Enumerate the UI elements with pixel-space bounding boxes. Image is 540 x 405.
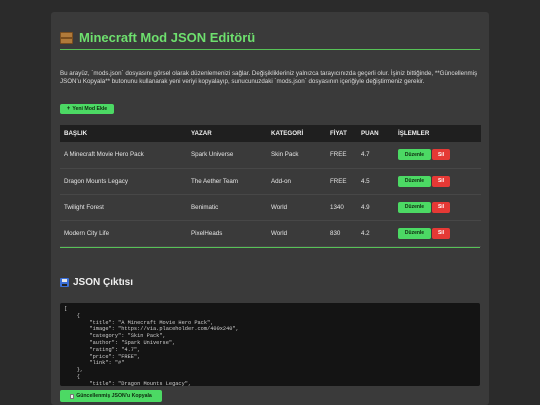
cell-title: Twilight Forest [60, 194, 187, 221]
cell-rating: 4.5 [357, 168, 394, 195]
cell-rating: 4.2 [357, 220, 394, 247]
table-row: Modern City Life PixelHeads World 830 4.… [60, 220, 481, 247]
delete-button[interactable]: Sil [432, 149, 450, 161]
page-title-text: Minecraft Mod JSON Editörü [79, 30, 256, 45]
cell-title: A Minecraft Movie Hero Pack [60, 142, 187, 169]
table-row: Twilight Forest Benimatic World 1340 4.9… [60, 194, 481, 221]
copy-json-button[interactable]: Güncellenmiş JSON'u Kopyala [60, 390, 162, 402]
cell-author: PixelHeads [187, 220, 267, 247]
table-header-row: BAŞLIK YAZAR KATEGORİ FİYAT PUAN İŞLEMLE… [60, 125, 481, 142]
cell-price: FREE [326, 142, 357, 169]
cell-actions: Düzenle Sil [394, 168, 481, 195]
json-section-title-text: JSON Çıktısı [73, 277, 134, 288]
cell-actions: Düzenle Sil [394, 142, 481, 169]
cell-actions: Düzenle Sil [394, 194, 481, 221]
edit-button[interactable]: Düzenle [398, 201, 431, 213]
delete-button[interactable]: Sil [432, 175, 450, 187]
copy-json-label: Güncellenmiş JSON'u Kopyala [76, 393, 152, 399]
cell-author: The Aether Team [187, 168, 267, 195]
description-text: Bu arayüz, `mods.json` dosyasını görsel … [60, 70, 478, 86]
col-header-rating: PUAN [361, 130, 379, 137]
cell-category: Add-on [267, 168, 326, 195]
json-section-title: JSON Çıktısı [60, 277, 133, 288]
page-title: Minecraft Mod JSON Editörü [60, 30, 480, 45]
json-output-box[interactable]: [ { "title": "A Minecraft Movie Hero Pac… [60, 303, 480, 386]
col-header-author: YAZAR [191, 130, 212, 137]
cell-title: Modern City Life [60, 220, 187, 247]
col-header-price: FİYAT [330, 130, 347, 137]
editor-panel: Minecraft Mod JSON Editörü Bu arayüz, `m… [51, 12, 489, 405]
json-output-text: [ { "title": "A Minecraft Movie Hero Pac… [64, 306, 239, 386]
edit-button[interactable]: Düzenle [398, 175, 431, 187]
section-divider [60, 247, 480, 248]
delete-button[interactable]: Sil [432, 201, 450, 213]
cell-price: 830 [326, 220, 357, 247]
cell-author: Benimatic [187, 194, 267, 221]
cell-category: Skin Pack [267, 142, 326, 169]
package-icon [60, 31, 73, 44]
col-header-actions: İŞLEMLER [398, 130, 430, 137]
add-mod-label: Yeni Mod Ekle [72, 106, 108, 112]
cell-title: Dragon Mounts Legacy [60, 168, 187, 195]
edit-button[interactable]: Düzenle [398, 227, 431, 239]
cell-category: World [267, 220, 326, 247]
edit-button[interactable]: Düzenle [398, 149, 431, 161]
floppy-disk-icon [60, 278, 69, 287]
add-mod-button[interactable]: + Yeni Mod Ekle [60, 104, 114, 114]
cell-author: Spark Universe [187, 142, 267, 169]
cell-actions: Düzenle Sil [394, 220, 481, 247]
table-row: Dragon Mounts Legacy The Aether Team Add… [60, 168, 481, 195]
plus-icon: + [66, 106, 71, 112]
col-header-title: BAŞLIK [64, 130, 88, 137]
col-header-category: KATEGORİ [271, 130, 304, 137]
clipboard-icon [70, 393, 75, 399]
delete-button[interactable]: Sil [432, 227, 450, 239]
cell-category: World [267, 194, 326, 221]
cell-rating: 4.9 [357, 194, 394, 221]
cell-price: FREE [326, 168, 357, 195]
mods-table: BAŞLIK YAZAR KATEGORİ FİYAT PUAN İŞLEMLE… [60, 125, 481, 247]
cell-rating: 4.7 [357, 142, 394, 169]
title-divider [60, 49, 480, 50]
table-row: A Minecraft Movie Hero Pack Spark Univer… [60, 142, 481, 169]
cell-price: 1340 [326, 194, 357, 221]
